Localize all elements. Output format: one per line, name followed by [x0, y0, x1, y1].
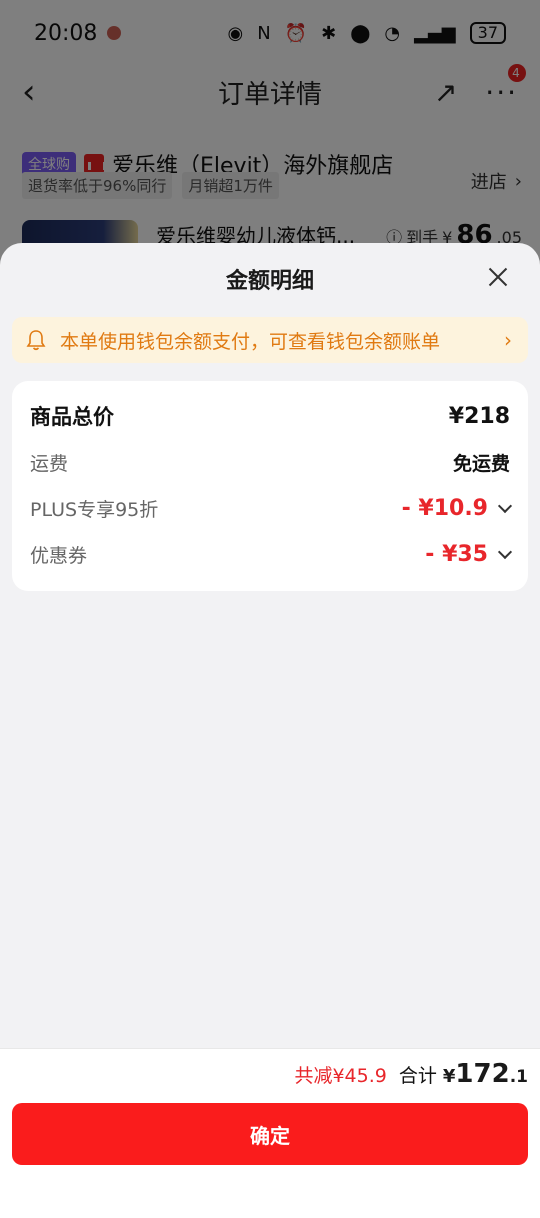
close-icon[interactable] — [484, 263, 512, 291]
total-integer: 172 — [455, 1059, 510, 1089]
total-summary: 共减¥45.9 合计 ¥ 172 .1 — [294, 1059, 528, 1089]
row-value: ¥218 — [448, 403, 510, 429]
chevron-down-icon — [497, 498, 513, 514]
sheet-header: 金额明细 — [0, 243, 540, 315]
row-label: 优惠券 — [30, 544, 88, 567]
total-decimal: .1 — [509, 1067, 528, 1087]
discount-amount: - ¥10.9 — [401, 495, 488, 521]
sheet-title: 金额明细 — [225, 269, 314, 294]
amount-detail-sheet: 金额明细 本单使用钱包余额支付，可查看钱包余额账单 › 商品总价 ¥218 运费… — [0, 243, 540, 1218]
sheet-footer: 共减¥45.9 合计 ¥ 172 .1 确定 — [0, 1048, 540, 1218]
confirm-button[interactable]: 确定 — [12, 1103, 528, 1165]
row-value: - ¥10.9 — [401, 495, 513, 521]
wallet-notice[interactable]: 本单使用钱包余额支付，可查看钱包余额账单 › — [12, 317, 528, 363]
chevron-down-icon — [497, 544, 513, 560]
total-reduced: 共减¥45.9 — [294, 1065, 387, 1087]
price-breakdown-card: 商品总价 ¥218 运费 免运费 PLUS专享95折 - ¥10.9 优惠券 -… — [12, 381, 528, 591]
bell-icon — [26, 330, 46, 351]
row-label: 商品总价 — [30, 405, 114, 429]
price-row-total: 商品总价 ¥218 — [30, 393, 510, 439]
row-label: PLUS专享95折 — [30, 498, 159, 521]
chevron-right-icon: › — [504, 328, 512, 352]
price-row-plus-discount[interactable]: PLUS专享95折 - ¥10.9 — [30, 485, 513, 531]
row-label: 运费 — [30, 452, 69, 475]
coupon-amount: - ¥35 — [425, 541, 488, 567]
total-currency: ¥ — [442, 1066, 456, 1087]
row-value: 免运费 — [452, 452, 510, 475]
price-row-coupon[interactable]: 优惠券 - ¥35 — [30, 531, 513, 577]
total-label: 合计 — [398, 1065, 437, 1087]
notice-text: 本单使用钱包余额支付，可查看钱包余额账单 — [60, 330, 441, 353]
row-value: - ¥35 — [425, 541, 513, 567]
price-row-shipping: 运费 免运费 — [30, 439, 510, 485]
